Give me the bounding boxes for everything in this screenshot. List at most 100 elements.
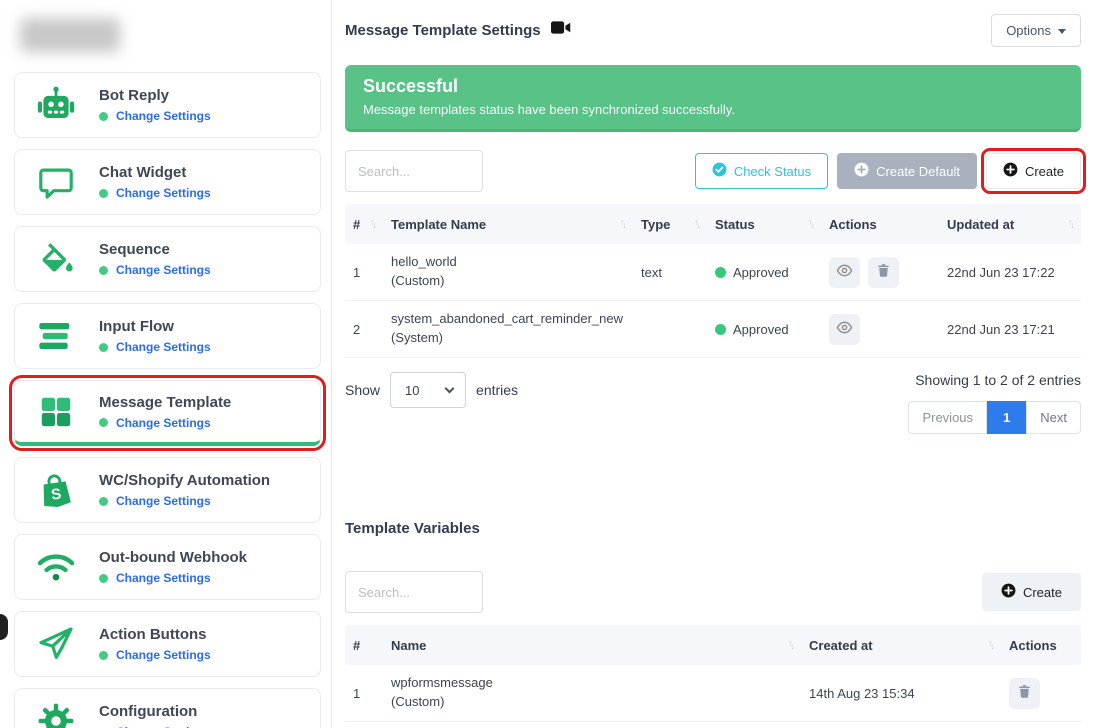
templates-search-input[interactable]	[345, 150, 483, 192]
sidebar-item-body: WC/Shopify Automation Change Settings	[99, 472, 270, 508]
variable-name-cell: wpformsmessage (Custom)	[383, 666, 801, 720]
change-settings-link[interactable]: Change Settings	[116, 571, 211, 585]
delete-button[interactable]	[868, 257, 899, 288]
change-settings-link[interactable]: Change Settings	[116, 340, 211, 354]
status-dot	[99, 574, 108, 583]
video-camera-icon[interactable]	[551, 20, 572, 40]
column-header-actions: Actions	[1001, 638, 1081, 653]
trash-icon	[1017, 684, 1032, 702]
next-page-button[interactable]: Next	[1026, 401, 1081, 434]
sidebar-item-label: Message Template	[99, 394, 231, 411]
templates-table: # ↑↓ Template Name ↑↓ Type ↑↓ Status ↑↓	[345, 204, 1081, 358]
change-settings-link[interactable]: Change Settings	[116, 186, 211, 200]
sort-icon[interactable]: ↑↓	[694, 219, 699, 229]
column-label: Actions	[1009, 638, 1057, 653]
table-header: # ↑↓ Template Name ↑↓ Type ↑↓ Status ↑↓	[345, 204, 1081, 244]
sidebar-item-label: Out-bound Webhook	[99, 549, 247, 566]
sort-icon[interactable]: ↑↓	[620, 219, 625, 229]
column-header-created-at[interactable]: Created at ↑↓	[801, 638, 1001, 653]
sidebar-item-message-template[interactable]: Message Template Change Settings	[14, 380, 321, 446]
page-number-button[interactable]: 1	[987, 401, 1026, 434]
template-type	[633, 321, 707, 337]
table-row: 2 system_abandoned_cart_reminder_new (Sy…	[345, 301, 1081, 358]
template-name: hello_world	[391, 253, 625, 272]
plus-circle-icon	[1003, 162, 1018, 180]
previous-page-button[interactable]: Previous	[908, 401, 987, 434]
page-size-select[interactable]: 10	[390, 372, 466, 408]
column-label: Created at	[809, 638, 873, 653]
chevron-down-icon	[1058, 29, 1066, 34]
column-header-num[interactable]: # ↑↓	[345, 217, 383, 232]
check-status-button[interactable]: Check Status	[695, 153, 828, 189]
row-num: 1	[345, 678, 383, 709]
check-status-label: Check Status	[734, 164, 811, 179]
sort-icon[interactable]: ↑↓	[370, 219, 375, 229]
column-header-updated-at[interactable]: Updated at ↑↓	[939, 217, 1081, 232]
change-settings-link[interactable]: Change Settings	[116, 494, 211, 508]
table-header: # Name ↑↓ Created at ↑↓ Actions	[345, 625, 1081, 665]
template-type: text	[633, 257, 707, 288]
delete-button[interactable]	[1009, 678, 1040, 709]
row-num: 1	[345, 257, 383, 288]
sort-icon[interactable]: ↑↓	[1068, 219, 1073, 229]
template-name-cell: system_abandoned_cart_reminder_new (Syst…	[383, 302, 633, 356]
column-header-actions: Actions	[821, 217, 939, 232]
table-footer: Show 10 entries Showing 1 to 2 of 2 entr…	[345, 372, 1081, 434]
main-content: Message Template Settings Options Succes…	[332, 0, 1097, 728]
created-at: 14th Aug 23 15:34	[801, 678, 1001, 709]
app-logo	[20, 18, 120, 52]
column-header-template-name[interactable]: Template Name ↑↓	[383, 217, 633, 232]
sort-icon[interactable]: ↑↓	[788, 640, 793, 650]
status-dot	[99, 266, 108, 275]
column-header-num[interactable]: #	[345, 638, 383, 653]
sidebar-item-input-flow[interactable]: Input Flow Change Settings	[14, 303, 321, 369]
chevron-down-icon	[445, 384, 455, 394]
change-settings-link[interactable]: Change Settings	[116, 109, 211, 123]
sidebar-item-sequence[interactable]: Sequence Change Settings	[14, 226, 321, 292]
bars-icon	[33, 316, 79, 356]
column-label: Template Name	[391, 217, 486, 232]
sidebar-item-body: Action Buttons Change Settings	[99, 626, 211, 662]
change-settings-link[interactable]: Change Settings	[116, 263, 211, 277]
eye-icon	[836, 319, 853, 339]
sidebar-item-out-bound-webhook[interactable]: Out-bound Webhook Change Settings	[14, 534, 321, 600]
edge-notch	[0, 614, 8, 640]
change-settings-link[interactable]: Change Settings	[116, 648, 211, 662]
view-button[interactable]	[829, 257, 860, 288]
chat-bubble-icon	[33, 163, 79, 201]
table-row: 1 hello_world (Custom) text Approved	[345, 244, 1081, 301]
variables-search-input[interactable]	[345, 571, 483, 613]
column-header-status[interactable]: Status ↑↓	[707, 217, 821, 232]
sidebar-item-wc-shopify-automation[interactable]: S WC/Shopify Automation Change Settings	[14, 457, 321, 523]
options-button[interactable]: Options	[991, 14, 1081, 47]
plus-circle-icon	[854, 162, 869, 180]
sidebar-item-body: Out-bound Webhook Change Settings	[99, 549, 247, 585]
sort-icon[interactable]: ↑↓	[988, 640, 993, 650]
sidebar-item-label: Input Flow	[99, 318, 211, 335]
create-default-button[interactable]: Create Default	[837, 153, 977, 189]
create-button[interactable]: Create	[986, 153, 1081, 189]
status-dot	[715, 324, 726, 335]
column-header-type[interactable]: Type ↑↓	[633, 217, 707, 232]
row-num: 2	[345, 314, 383, 345]
robot-icon	[33, 84, 79, 126]
column-header-name[interactable]: Name ↑↓	[383, 638, 801, 653]
column-label: Name	[391, 638, 426, 653]
sidebar-item-chat-widget[interactable]: Chat Widget Change Settings	[14, 149, 321, 215]
create-default-label: Create Default	[876, 164, 960, 179]
variable-name: wpformsmessage	[391, 674, 793, 693]
plus-circle-icon	[1001, 583, 1016, 601]
change-settings-link[interactable]: Change Settings	[116, 416, 211, 430]
sidebar-item-label: Chat Widget	[99, 164, 211, 181]
showing-entries-text: Showing 1 to 2 of 2 entries	[915, 372, 1081, 388]
sidebar-item-action-buttons[interactable]: Action Buttons Change Settings	[14, 611, 321, 677]
sidebar-item-configuration[interactable]: Configuration Change Settings	[14, 688, 321, 728]
column-label: #	[353, 217, 360, 232]
sidebar-item-bot-reply[interactable]: Bot Reply Change Settings	[14, 72, 321, 138]
variables-create-button[interactable]: Create	[982, 573, 1081, 611]
settings-sidebar: Bot Reply Change Settings Chat Widget Ch…	[0, 0, 332, 728]
view-button[interactable]	[829, 314, 860, 345]
paper-plane-icon	[33, 624, 79, 664]
page: Bot Reply Change Settings Chat Widget Ch…	[0, 0, 1097, 728]
sort-icon[interactable]: ↑↓	[808, 219, 813, 229]
